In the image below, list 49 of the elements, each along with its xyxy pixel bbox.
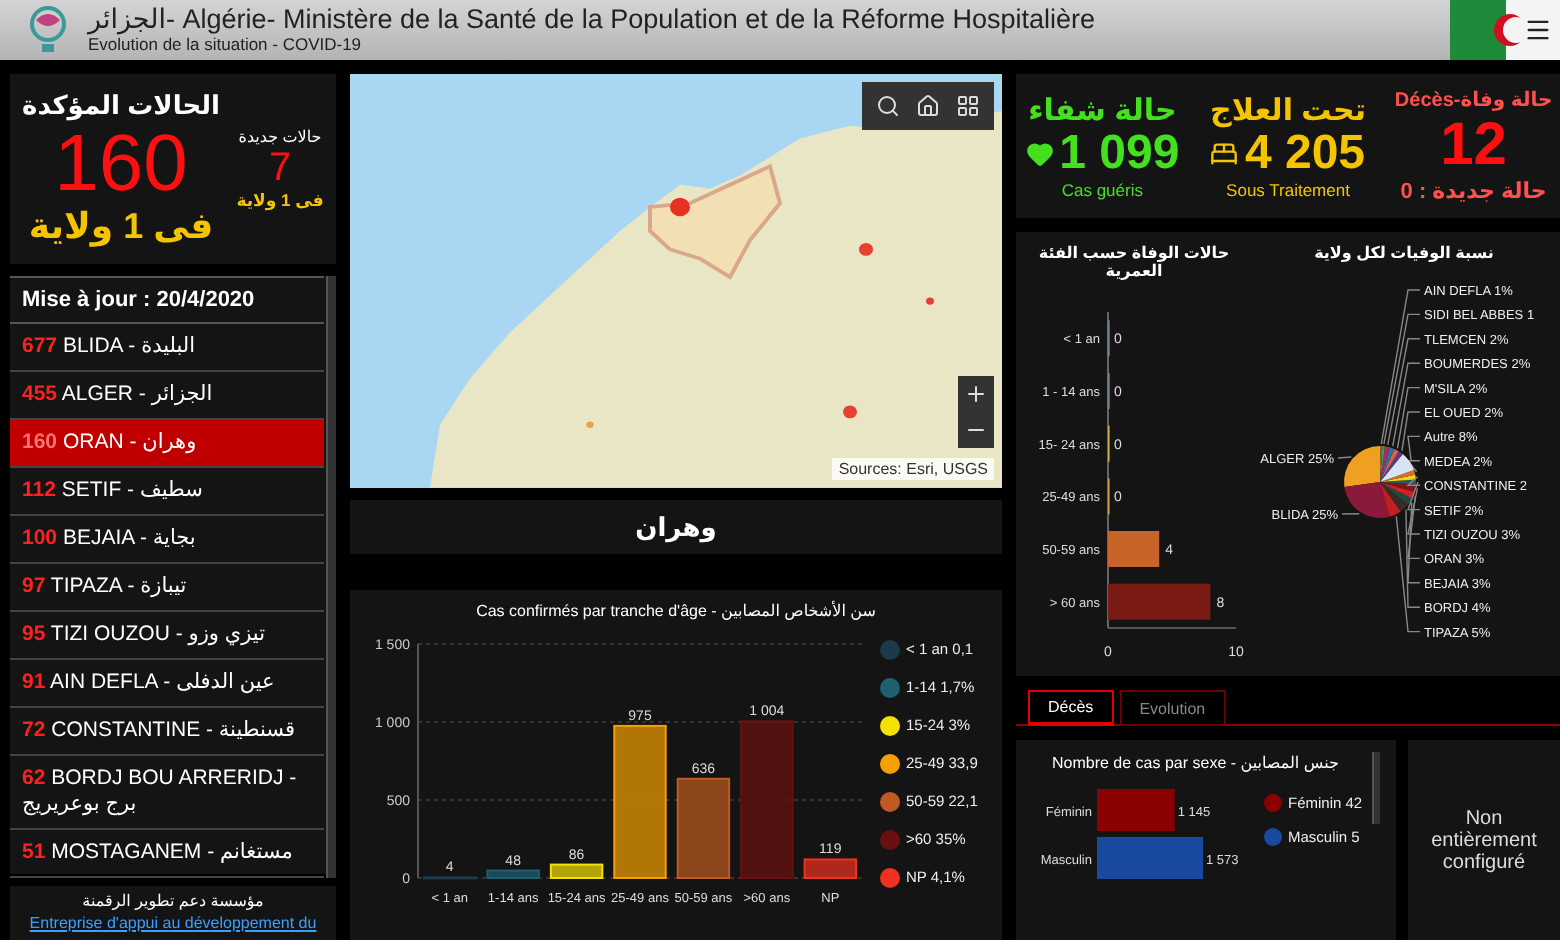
stat-title: تحت العلاج	[1210, 91, 1366, 128]
zoom-in-icon[interactable]	[964, 381, 988, 406]
chart-bar	[1108, 583, 1211, 620]
region-count: فى 1 ولاية	[28, 206, 214, 248]
list-header: Mise à jour : 20/4/2020	[10, 276, 324, 324]
page-title: الجزائر- Algérie- Ministère de la Santé de la Population et de la Réforme Hospitalière	[88, 4, 1097, 34]
stat-title: Décès-حالة وفاة	[1394, 89, 1553, 111]
tab[interactable]: Evolution	[1119, 690, 1226, 726]
status-message: Non entièrement configuré	[1408, 740, 1560, 940]
logo-icon	[24, 4, 72, 56]
scrollbar[interactable]	[326, 276, 336, 878]
stat-caption: Sous Traitement	[1226, 180, 1350, 201]
search-icon[interactable]	[872, 90, 904, 122]
footer-link[interactable]: Entreprise d'appui au développement du	[29, 912, 317, 934]
chart-bar	[1097, 837, 1203, 879]
chart-bar	[1108, 531, 1160, 567]
stat-value: 1 099	[1059, 127, 1180, 181]
stat-title: حالة شفاء	[1028, 91, 1177, 128]
home-icon[interactable]	[912, 90, 944, 122]
new-cases-count: 7	[268, 145, 292, 189]
map-caption: وهران	[350, 499, 1002, 555]
new-cases-label: حالات جديدة	[238, 127, 322, 145]
chart-bar	[803, 858, 857, 879]
grid-icon[interactable]	[952, 90, 984, 122]
leader-line	[1337, 456, 1353, 459]
stat-caption: Cas guéris	[1061, 180, 1143, 201]
page-subtitle: Evolution de la situation - COVID-19	[88, 34, 364, 56]
chart-bar	[549, 863, 604, 879]
chart-bar	[486, 869, 540, 879]
chart-title: Cas confirmés par tranche d'âge - سن الأشخاص المصابين	[474, 601, 878, 620]
new-region-count: فى 1 ولاية	[236, 189, 324, 211]
stat-value: 12	[1440, 111, 1507, 177]
chart-bar	[676, 777, 731, 879]
bed-icon	[1210, 139, 1239, 168]
stat-value: 4 205	[1244, 127, 1366, 181]
footer-title: مؤسسة دعم تطوير الرقمنة	[82, 890, 264, 912]
tab[interactable]: Décès	[1028, 690, 1114, 726]
summary-title: الحالات المؤكدة	[22, 90, 220, 122]
leader-line	[1341, 513, 1360, 515]
chart-title: Nombre de cas par sexe - جنس المصابين	[1050, 752, 1341, 774]
map-attribution: Sources: Esri, USGS	[832, 457, 994, 480]
flag-icon	[1450, 0, 1560, 60]
chart-bar	[1097, 789, 1175, 831]
scrollbar[interactable]	[1372, 752, 1380, 824]
stat-caption: حالة جديدة : 0	[1400, 177, 1547, 203]
confirmed-count: 160	[54, 122, 188, 206]
chart-title: نسبة الوفيات لكل ولاية	[1312, 244, 1496, 262]
heart-icon	[1025, 139, 1054, 168]
chart-title: حالات الوفاة حسب الفئة العمرية	[1036, 244, 1232, 280]
